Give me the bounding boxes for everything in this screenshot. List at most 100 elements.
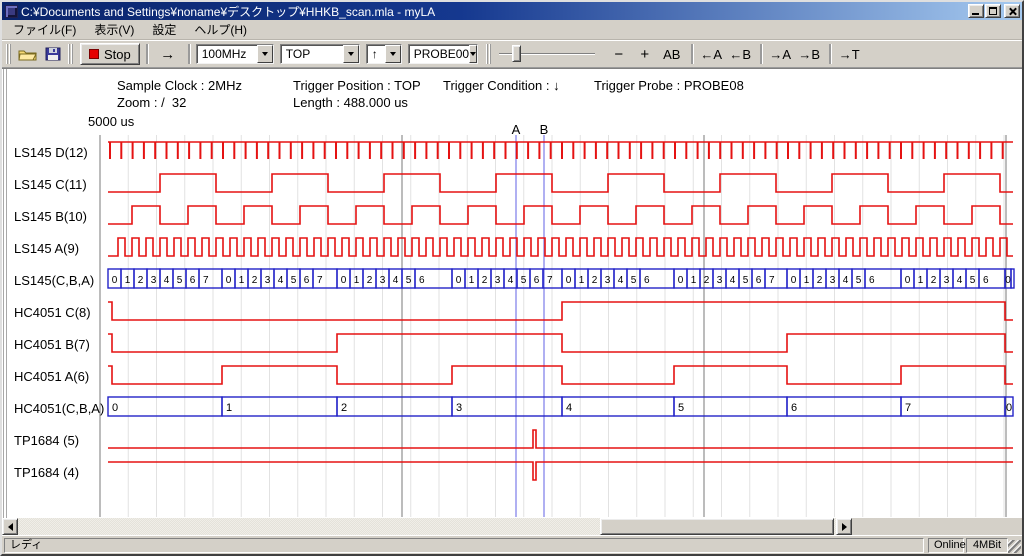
- goto-b-right-button[interactable]: →B: [796, 43, 823, 65]
- menu-help[interactable]: ヘルプ(H): [185, 19, 256, 40]
- run-button[interactable]: →: [154, 43, 182, 65]
- bus-value: 3: [265, 275, 271, 286]
- title-bar[interactable]: C:¥Documents and Settings¥noname¥デスクトップ¥…: [2, 2, 1022, 20]
- bus-value: 0: [1006, 402, 1012, 414]
- bus-value: 0: [112, 275, 118, 286]
- window-title: C:¥Documents and Settings¥noname¥デスクトップ¥…: [21, 3, 967, 20]
- bus-value: 0: [791, 275, 797, 286]
- toolbar-grip[interactable]: [6, 44, 11, 64]
- waveform-trace: [108, 462, 1013, 480]
- trigger-probe-combo[interactable]: PROBE00: [408, 44, 478, 64]
- bus-value: 2: [252, 275, 258, 286]
- length-readout: Length : 488.000 us: [293, 95, 408, 110]
- time-scale-label: 5000 us: [88, 114, 134, 129]
- bus-value: 5: [291, 275, 297, 286]
- goto-b-left-button[interactable]: ←B: [727, 43, 754, 65]
- bus-value: 0: [905, 275, 911, 286]
- status-bar: レディ Online 4MBit: [2, 535, 1022, 554]
- bus-value: 3: [717, 275, 723, 286]
- bus-value: 5: [631, 275, 637, 286]
- bus-value: 2: [367, 275, 373, 286]
- bus-value: 3: [151, 275, 157, 286]
- scrollbar-thumb[interactable]: [600, 518, 834, 535]
- bus-value: 4: [164, 275, 170, 286]
- bus-value: 5: [678, 402, 684, 414]
- save-button[interactable]: [42, 43, 64, 65]
- bus-value: 1: [579, 275, 585, 286]
- toolbar-grip[interactable]: [68, 44, 73, 64]
- toolbar: Stop → 100MHz TOP ↑ PROBE00 − + AB ←A: [2, 40, 1022, 68]
- goto-a-left-button[interactable]: ←A: [698, 43, 725, 65]
- cursor-b-label[interactable]: B: [538, 122, 550, 137]
- waveform-trace: [108, 174, 1013, 192]
- close-button[interactable]: [1004, 4, 1020, 18]
- bus-value-box: [222, 397, 337, 416]
- bus-value: 6: [419, 275, 425, 286]
- scroll-right-button[interactable]: [836, 518, 852, 535]
- menu-file[interactable]: ファイル(F): [4, 19, 85, 40]
- zoom-out-button[interactable]: −: [609, 43, 629, 65]
- bus-value: 4: [278, 275, 284, 286]
- chevron-down-icon[interactable]: [469, 45, 477, 63]
- trigger-position-readout: Trigger Position : TOP: [293, 78, 421, 93]
- goto-trigger-button[interactable]: →T: [836, 43, 863, 65]
- cursor-a-label[interactable]: A: [510, 122, 522, 137]
- toolbar-grip[interactable]: [486, 44, 491, 64]
- resize-grip-icon[interactable]: [1008, 540, 1021, 553]
- scroll-left-button[interactable]: [2, 518, 18, 535]
- app-icon: [5, 5, 18, 18]
- bus-value: 6: [983, 275, 989, 286]
- toolbar-separator: [146, 44, 148, 64]
- bus-value: 2: [931, 275, 937, 286]
- chevron-down-icon[interactable]: [257, 45, 273, 63]
- minimize-icon: [972, 13, 979, 15]
- trigger-edge-combo[interactable]: ↑: [366, 44, 402, 64]
- bus-value: 1: [226, 402, 232, 414]
- waveform-trace: [108, 366, 1013, 384]
- bus-value: 7: [547, 275, 553, 286]
- goto-a-right-button[interactable]: →A: [767, 43, 794, 65]
- bus-value: 4: [618, 275, 624, 286]
- trigger-position-combo[interactable]: TOP: [280, 44, 360, 64]
- bus-value: 5: [743, 275, 749, 286]
- bus-value: 1: [125, 275, 131, 286]
- chevron-down-icon[interactable]: [343, 45, 359, 63]
- menu-settings[interactable]: 設定: [143, 19, 185, 40]
- arrow-left-icon: [4, 523, 13, 531]
- zoom-in-button[interactable]: +: [635, 43, 655, 65]
- bus-value: 6: [190, 275, 196, 286]
- bus-value: 2: [138, 275, 144, 286]
- scrollbar-track[interactable]: [18, 518, 836, 535]
- waveform-trace: [108, 302, 1013, 320]
- waveform-trace: [108, 334, 1013, 352]
- bus-value: 3: [495, 275, 501, 286]
- bus-value-box: [562, 397, 674, 416]
- toolbar-separator: [829, 44, 831, 64]
- bus-value: 0: [112, 402, 118, 414]
- bus-value: 3: [380, 275, 386, 286]
- minimize-button[interactable]: [968, 4, 984, 18]
- zoom-ab-button[interactable]: AB: [659, 43, 685, 65]
- bus-value: 3: [456, 402, 462, 414]
- app-window: C:¥Documents and Settings¥noname¥デスクトップ¥…: [0, 0, 1024, 556]
- sample-clock-combo[interactable]: 100MHz: [196, 44, 274, 64]
- status-memory-badge: 4MBit: [966, 538, 1008, 553]
- bus-value: 4: [957, 275, 963, 286]
- bus-value: 0: [226, 275, 232, 286]
- zoom-slider[interactable]: [497, 44, 597, 64]
- stop-button[interactable]: Stop: [80, 43, 140, 65]
- bus-value: 2: [592, 275, 598, 286]
- chevron-down-icon[interactable]: [385, 45, 401, 63]
- bus-value: 5: [521, 275, 527, 286]
- open-button[interactable]: [15, 43, 40, 65]
- bus-value: 1: [691, 275, 697, 286]
- waveform-trace: [108, 206, 1013, 224]
- menu-view[interactable]: 表示(V): [85, 19, 143, 40]
- horizontal-scrollbar: [2, 518, 1022, 535]
- menu-bar: ファイル(F) 表示(V) 設定 ヘルプ(H): [2, 20, 1022, 40]
- zoom-slider-thumb[interactable]: [512, 45, 521, 62]
- window-controls: [967, 4, 1020, 18]
- bus-value: 5: [406, 275, 412, 286]
- maximize-button[interactable]: [985, 4, 1001, 18]
- bus-value-box: [1011, 269, 1014, 288]
